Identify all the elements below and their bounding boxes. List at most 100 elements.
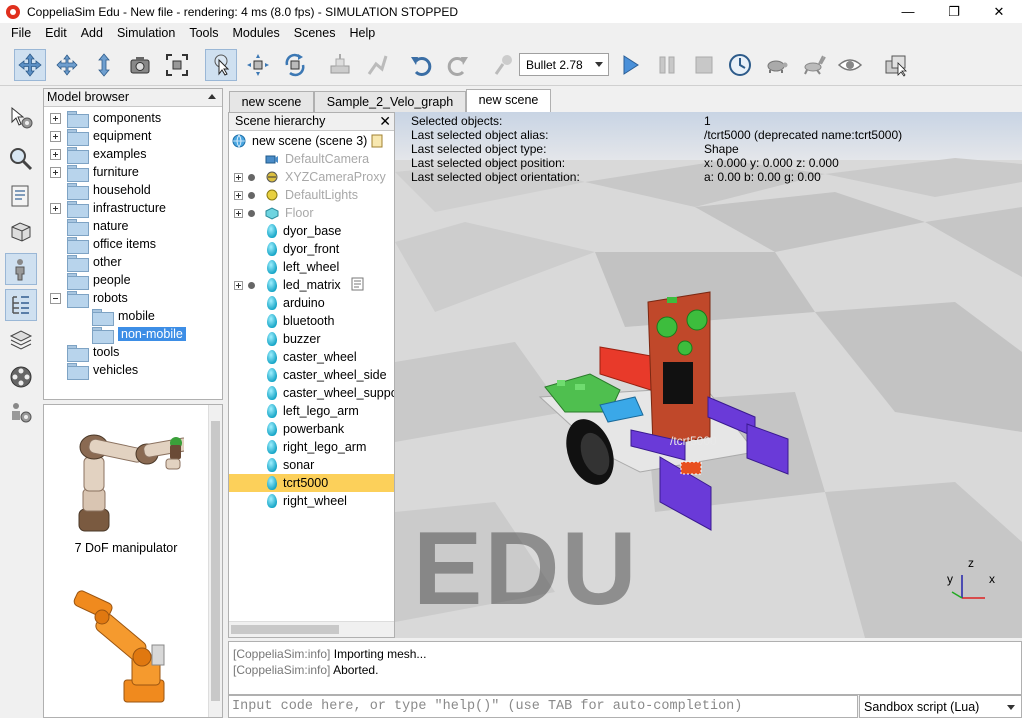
scene-object-dyor-base[interactable]: dyor_base <box>265 222 341 240</box>
expand-icon[interactable] <box>234 209 243 218</box>
menu-simulation[interactable]: Simulation <box>110 23 182 44</box>
model-folder-tools[interactable]: tools <box>50 343 119 362</box>
dynamic-content-icon[interactable] <box>488 49 520 81</box>
menu-tools[interactable]: Tools <box>182 23 225 44</box>
collapse-icon[interactable] <box>50 292 61 304</box>
expand-icon[interactable] <box>50 148 61 160</box>
maximize-button[interactable]: ❐ <box>931 0 977 23</box>
visibility-icon[interactable] <box>248 174 255 181</box>
scene-object-sonar[interactable]: sonar <box>265 456 314 474</box>
scrollbar-thumb[interactable] <box>231 625 339 634</box>
scene-object-arduino[interactable]: arduino <box>265 294 325 312</box>
menu-help[interactable]: Help <box>342 23 382 44</box>
close-icon[interactable]: ✕ <box>379 114 391 129</box>
hierarchy-toggle-icon[interactable] <box>5 289 37 321</box>
menu-scenes[interactable]: Scenes <box>287 23 343 44</box>
3d-viewport[interactable]: Selected objects: 1 Last selected object… <box>395 112 1022 638</box>
camera-view-icon[interactable] <box>124 49 156 81</box>
model-folder-equipment[interactable]: equipment <box>50 127 151 146</box>
pause-icon[interactable] <box>651 49 683 81</box>
model-folder-household[interactable]: household <box>50 181 151 200</box>
expand-icon[interactable] <box>50 166 61 178</box>
scene-object-xyzcameraproxy[interactable]: XYZCameraProxy <box>265 168 386 186</box>
menu-modules[interactable]: Modules <box>226 23 287 44</box>
selection-icon[interactable] <box>5 143 37 175</box>
menu-file[interactable]: File <box>0 23 38 44</box>
physics-engine-select[interactable]: Bullet 2.78 <box>519 53 609 76</box>
assemble-icon[interactable] <box>324 49 356 81</box>
model-folder-robots[interactable]: robots <box>50 289 128 308</box>
layers-icon[interactable] <box>5 324 37 356</box>
model-folder-components[interactable]: components <box>50 109 161 128</box>
visibility-icon[interactable] <box>248 210 255 217</box>
model-icon[interactable] <box>5 216 37 248</box>
model-folder-non-mobile[interactable]: non-mobile <box>75 325 186 344</box>
scene-root[interactable]: new scene (scene 3) <box>232 132 383 150</box>
scene-object-caster-wheel[interactable]: caster_wheel <box>265 348 357 366</box>
thumbnail-7dof-manipulator[interactable]: 7 DoF manipulator <box>44 405 208 565</box>
script-mode-select[interactable]: Sandbox script (Lua) <box>859 695 1022 718</box>
expand-icon[interactable] <box>234 281 243 290</box>
thumbnail-orange-robot[interactable] <box>44 575 208 715</box>
scene-object-bluetooth[interactable]: bluetooth <box>265 312 334 330</box>
expand-icon[interactable] <box>234 191 243 200</box>
model-folder-people[interactable]: people <box>50 271 131 290</box>
fit-view-icon[interactable] <box>161 49 193 81</box>
expand-icon[interactable] <box>234 173 243 182</box>
model-folder-infrastructure[interactable]: infrastructure <box>50 199 166 218</box>
visibility-icon[interactable] <box>248 282 255 289</box>
close-window-button[interactable]: ✕ <box>976 0 1022 23</box>
thumbnail-scrollbar[interactable] <box>208 405 222 717</box>
command-input[interactable]: Input code here, or type "help()" (use T… <box>228 695 858 718</box>
user-settings-icon[interactable] <box>5 253 37 285</box>
scene-object-defaultlights[interactable]: DefaultLights <box>265 186 358 204</box>
expand-icon[interactable] <box>50 202 61 214</box>
scene-object-right-wheel[interactable]: right_wheel <box>265 492 347 510</box>
model-folder-furniture[interactable]: furniture <box>50 163 139 182</box>
scene-hierarchy-icon[interactable] <box>5 180 37 212</box>
model-folder-mobile[interactable]: mobile <box>75 307 155 326</box>
hierarchy-horizontal-scrollbar[interactable] <box>229 621 394 637</box>
stop-icon[interactable] <box>688 49 720 81</box>
menu-edit[interactable]: Edit <box>38 23 74 44</box>
tab-sample-2-velo-graph[interactable]: Sample_2_Velo_graph <box>314 91 466 112</box>
scene-object-defaultcamera[interactable]: DefaultCamera <box>265 150 369 168</box>
video-recorder-icon[interactable] <box>5 361 37 393</box>
realtime-icon[interactable] <box>724 49 756 81</box>
redo-icon[interactable] <box>442 49 474 81</box>
model-folder-nature[interactable]: nature <box>50 217 128 236</box>
scene-object-buzzer[interactable]: buzzer <box>265 330 321 348</box>
transfer-dna-icon[interactable] <box>361 49 393 81</box>
menu-add[interactable]: Add <box>74 23 110 44</box>
visibility-icon[interactable] <box>248 192 255 199</box>
scene-object-tcrt5000[interactable]: tcrt5000 <box>229 474 394 492</box>
speed-up-icon[interactable] <box>798 49 830 81</box>
play-icon[interactable] <box>614 49 646 81</box>
model-folder-examples[interactable]: examples <box>50 145 147 164</box>
scene-object-powerbank[interactable]: powerbank <box>265 420 344 438</box>
object-rotate-icon[interactable] <box>279 49 311 81</box>
scene-object-caster-wheel-side[interactable]: caster_wheel_side <box>265 366 387 384</box>
scene-object-led-matrix[interactable]: led_matrix <box>265 276 364 294</box>
simulation-settings-icon[interactable] <box>5 102 37 134</box>
scene-object-right-lego-arm[interactable]: right_lego_arm <box>265 438 366 456</box>
scene-object-left-lego-arm[interactable]: left_lego_arm <box>265 402 359 420</box>
expand-icon[interactable] <box>50 130 61 142</box>
model-folder-office-items[interactable]: office items <box>50 235 156 254</box>
scrollbar-thumb[interactable] <box>211 421 220 701</box>
expand-icon[interactable] <box>50 112 61 124</box>
minimize-button[interactable]: — <box>885 0 931 23</box>
scene-object-left-wheel[interactable]: left_wheel <box>265 258 339 276</box>
thread-visualization-icon[interactable] <box>834 49 866 81</box>
chevron-up-icon[interactable] <box>208 94 216 99</box>
tab-new-scene-1[interactable]: new scene <box>229 91 314 112</box>
object-shift-icon[interactable] <box>242 49 274 81</box>
slow-down-icon[interactable] <box>761 49 793 81</box>
scene-object-floor[interactable]: Floor <box>265 204 313 222</box>
scene-object-caster-wheel-support[interactable]: caster_wheel_support <box>265 384 394 402</box>
move-camera-icon[interactable] <box>14 49 46 81</box>
undo-icon[interactable] <box>405 49 437 81</box>
tab-new-scene-active[interactable]: new scene <box>466 89 551 112</box>
select-click-icon[interactable] <box>205 49 237 81</box>
model-folder-other[interactable]: other <box>50 253 122 272</box>
